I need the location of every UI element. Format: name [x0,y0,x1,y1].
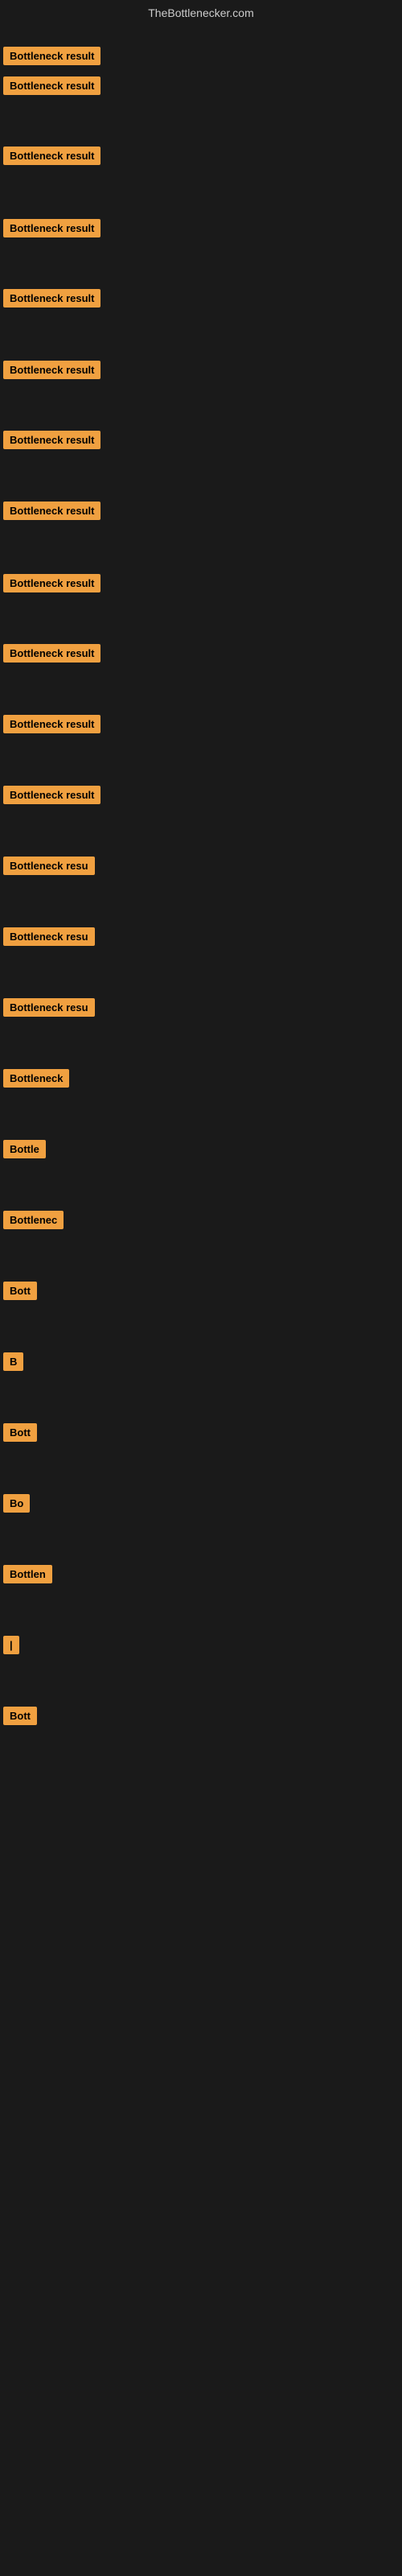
bottleneck-row: Bottlen [0,1560,55,1592]
bottleneck-row: Bott [0,1418,40,1451]
bottleneck-row: Bottleneck resu [0,852,98,884]
bottleneck-row: Bo [0,1489,33,1521]
bottleneck-row: Bottleneck result [0,426,104,458]
bottleneck-row: Bottleneck result [0,284,104,316]
bottleneck-result-label: Bo [3,1494,30,1513]
bottleneck-row: Bottleneck result [0,42,104,74]
bottleneck-result-label: Bottleneck result [3,361,100,379]
bottleneck-result-label: Bottleneck result [3,76,100,95]
bottleneck-row: Bottle [0,1135,49,1167]
bottleneck-result-label: Bottleneck resu [3,927,95,946]
bottleneck-row: B [0,1348,27,1380]
bottleneck-result-label: Bottleneck resu [3,857,95,875]
bottleneck-row: Bottleneck result [0,214,104,246]
bottleneck-result-label: Bott [3,1282,37,1300]
bottleneck-row: Bottleneck result [0,569,104,601]
bottleneck-row: Bottleneck result [0,72,104,104]
bottleneck-result-label: Bottlen [3,1565,52,1583]
bottleneck-row: Bottlenec [0,1206,67,1238]
bottleneck-result-label: Bott [3,1423,37,1442]
bottleneck-result-label: Bottleneck result [3,219,100,237]
bottleneck-row: Bott [0,1277,40,1309]
bottleneck-row: Bottleneck result [0,639,104,671]
bottleneck-result-label: Bottlenec [3,1211,64,1229]
bottleneck-result-label: Bottleneck result [3,574,100,592]
bottleneck-result-label: Bott [3,1707,37,1725]
bottleneck-result-label: | [3,1636,19,1654]
bottleneck-result-label: Bottleneck result [3,289,100,308]
bottleneck-result-label: Bottleneck result [3,715,100,733]
bottleneck-result-label: Bottleneck result [3,786,100,804]
bottleneck-row: Bottleneck [0,1064,72,1096]
bottleneck-row: Bottleneck result [0,710,104,742]
bottleneck-row: Bottleneck result [0,781,104,813]
bottleneck-row: Bottleneck result [0,356,104,388]
bottleneck-result-label: Bottleneck result [3,147,100,165]
bottleneck-result-label: Bottleneck result [3,47,100,65]
site-title-bar: TheBottlenecker.com [0,0,402,26]
bottleneck-row: Bottleneck result [0,497,104,529]
bottleneck-row: | [0,1631,23,1663]
bottleneck-result-label: Bottleneck [3,1069,69,1088]
bottleneck-result-label: Bottleneck resu [3,998,95,1017]
bottleneck-result-label: Bottleneck result [3,431,100,449]
bottleneck-result-label: Bottle [3,1140,46,1158]
bottleneck-row: Bottleneck result [0,142,104,174]
bottleneck-result-label: Bottleneck result [3,502,100,520]
bottleneck-row: Bottleneck resu [0,993,98,1026]
bottleneck-row: Bott [0,1702,40,1734]
bottleneck-result-label: Bottleneck result [3,644,100,663]
site-title: TheBottlenecker.com [0,0,402,26]
bottleneck-row: Bottleneck resu [0,923,98,955]
bottleneck-result-label: B [3,1352,23,1371]
